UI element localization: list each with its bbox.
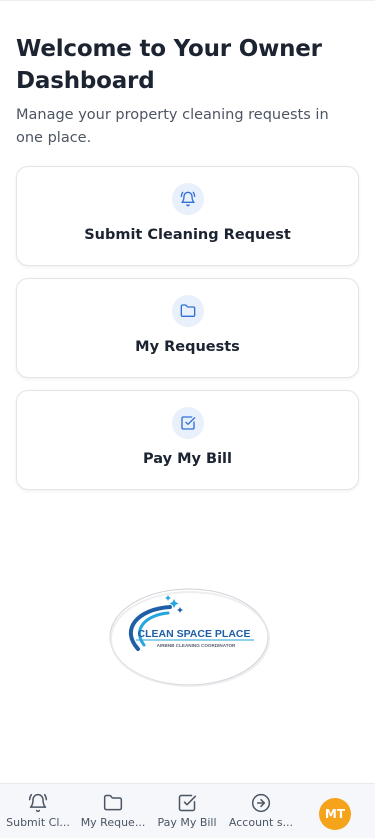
page-title: Welcome to Your Owner Dashboard: [16, 36, 322, 94]
company-logo: CLEAN SPACE PLACE AIRBNB CLEANING COORDI…: [109, 588, 270, 687]
nav-label: Submit Cl...: [6, 816, 70, 829]
main-content: Welcome to Your Owner Dashboard Manage y…: [16, 33, 359, 150]
folder-icon: [103, 794, 123, 811]
card-icon-badge: [172, 407, 204, 439]
bottom-navigation: Submit Cl... My Reque... Pay My Bill Acc…: [0, 783, 375, 838]
checkbox-icon: [178, 794, 197, 812]
bell-icon: [180, 191, 196, 207]
user-avatar[interactable]: MT: [319, 798, 351, 830]
submit-cleaning-request-card[interactable]: Submit Cleaning Request: [16, 166, 359, 266]
nav-pay-my-bill[interactable]: Pay My Bill: [153, 784, 221, 838]
card-icon-badge: [172, 295, 204, 327]
nav-account-settings[interactable]: Account s...: [227, 784, 295, 838]
nav-submit-cleaning[interactable]: Submit Cl...: [4, 784, 72, 838]
nav-my-requests[interactable]: My Reque...: [79, 784, 147, 838]
pay-my-bill-card[interactable]: Pay My Bill: [16, 390, 359, 490]
nav-label: Pay My Bill: [157, 816, 217, 829]
card-icon-badge: [172, 183, 204, 215]
sign-in-icon: [251, 793, 271, 813]
bell-icon: [28, 793, 48, 813]
top-divider: [0, 0, 375, 1]
card-label: Submit Cleaning Request: [84, 227, 291, 243]
my-requests-card[interactable]: My Requests: [16, 278, 359, 378]
nav-label: Account s...: [228, 816, 294, 829]
card-label: My Requests: [135, 339, 240, 355]
card-label: Pay My Bill: [143, 451, 232, 467]
page-subtitle: Manage your property cleaning requests i…: [16, 107, 329, 146]
folder-icon: [180, 304, 196, 317]
logo-brand-text: CLEAN SPACE PLACE: [138, 628, 251, 640]
logo-tagline-text: AIRBNB CLEANING COORDINATOR: [157, 643, 236, 648]
nav-label: My Reque...: [80, 816, 146, 829]
checkbox-icon: [181, 416, 196, 430]
